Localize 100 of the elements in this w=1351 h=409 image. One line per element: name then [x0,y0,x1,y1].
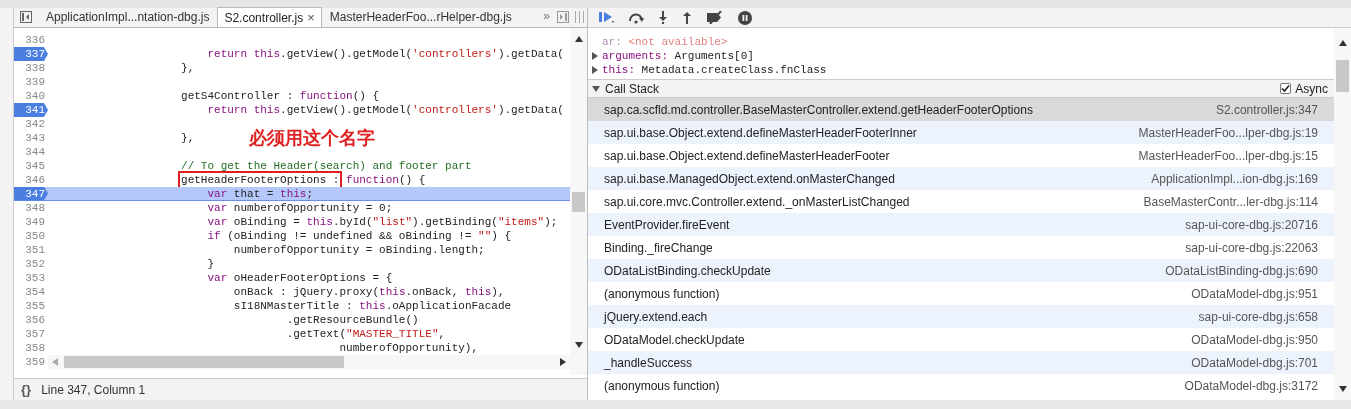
breakpoint-marker[interactable]: 337 [14,47,48,61]
function-name: Binding._fireChange [604,239,713,257]
collapse-arrow-icon[interactable] [592,85,600,92]
source-link[interactable]: ODataModel-dbg.js:3172 [1184,376,1318,395]
call-stack-frame[interactable]: ODataListBinding.checkUpdate ODataListBinding-dbg.js:690 [588,259,1334,282]
code-line: numberofOpportunity = oBinding.length; [233,243,485,257]
tab-label: ApplicationImpl...ntation-dbg.js [46,9,210,26]
call-stack-frame[interactable]: _handleSuccess ODataModel-dbg.js:701 [588,351,1334,374]
code-line: var oBinding = this.byId("list").getBinding("items"); [207,215,558,229]
line-number: 343 [25,131,45,145]
panel-toggle-icon[interactable] [557,11,569,23]
call-stack-frame[interactable]: sap.ca.scfld.md.controller.BaseMasterController.extend.getHeaderFooterOptions S2.controller.js:347 [588,98,1334,121]
step-out-icon[interactable] [682,11,692,24]
scroll-down-icon[interactable] [574,342,583,348]
call-stack-frame[interactable]: sap.ui.base.ManagedObject.extend.onMasterChanged ApplicationImpl...ion-dbg.js:169 [588,167,1334,190]
function-name: (anonymous function) [604,377,720,395]
source-link[interactable]: sap-ui-core-dbg.js:658 [1198,307,1318,326]
close-tab-button[interactable]: × [307,7,315,28]
source-link[interactable]: BaseMasterContr...ler-dbg.js:114 [1143,192,1318,211]
line-number: 340 [25,89,45,103]
checkbox-label: Async [1295,80,1328,98]
line-number: 358 [25,341,45,355]
line-number: 348 [25,201,45,215]
source-link[interactable]: MasterHeaderFoo...lper-dbg.js:19 [1138,123,1318,142]
source-link[interactable]: MasterHeaderFoo...lper-dbg.js:15 [1138,146,1318,165]
function-name: jQuery.extend.each [604,308,708,326]
source-link[interactable]: ODataModel-dbg.js:950 [1191,330,1318,349]
line-number: 349 [25,215,45,229]
scroll-up-icon[interactable] [574,36,583,42]
function-name: _handleSuccess [604,354,693,372]
code-line: } [207,257,215,271]
pause-icon[interactable] [738,10,752,25]
line-number: 345 [25,159,45,173]
code-line: }, [181,131,195,145]
function-name: ODataListBinding.checkUpdate [604,262,771,280]
code-line: var that = this; [207,187,314,200]
drag-handle-icon[interactable] [575,11,584,23]
breakpoint-marker[interactable]: 341 [14,103,48,117]
scroll-up-icon[interactable] [1338,40,1347,46]
function-name: ODataModel.checkUpdate [604,331,745,349]
source-link[interactable]: sap-ui-core-dbg.js:20716 [1185,215,1318,234]
scrollbar-thumb[interactable] [572,192,585,212]
call-stack-header[interactable]: Call Stack Async [588,79,1334,98]
call-stack-frame[interactable]: jQuery.extend.each sap-ui-core-dbg.js:658 [588,305,1334,328]
code-line: var oHeaderFooterOptions = { [207,271,393,285]
pretty-print-button[interactable]: {} [21,379,32,400]
code-line: }, [181,61,195,75]
code-line: .getText("MASTER_TITLE", [286,327,446,341]
source-link[interactable]: ODataModel-dbg.js:951 [1191,284,1318,303]
source-link[interactable]: ODataModel-dbg.js:701 [1191,353,1318,372]
line-number: 357 [25,327,45,341]
vertical-scrollbar[interactable] [570,28,587,375]
source-link[interactable]: ApplicationImpl...ion-dbg.js:169 [1151,169,1318,188]
horizontal-scrollbar[interactable] [48,355,570,369]
step-into-icon[interactable] [658,11,668,24]
scrollbar-thumb[interactable] [64,356,344,368]
breakpoint-marker[interactable]: 347 [14,186,48,201]
function-name: sap.ui.core.mvc.Controller.extend._onMasterListChanged [604,193,910,211]
panel-toggle-icon[interactable] [20,11,32,23]
code-line: sI18NMasterTitle : this.oApplicationFacade [233,299,512,313]
deactivate-breakpoints-icon[interactable] [706,11,724,24]
tab-label: S2.controller.js [224,9,304,27]
code-line: getS4Controller : function() { [181,89,380,103]
expand-arrow-icon[interactable] [592,52,598,60]
line-number: 339 [25,75,45,89]
scope-variable: this: Metadata.createClass.fnClass [602,62,827,78]
scope-variable: ar: <not available> [602,34,728,50]
source-link[interactable]: S2.controller.js:347 [1215,100,1318,119]
call-stack-frame[interactable]: EventProvider.fireEvent sap-ui-core-dbg.js:20716 [588,213,1334,236]
code-line: function() { [345,173,426,187]
scrollbar-thumb[interactable] [1336,60,1349,92]
code-line: onBack : jQuery.proxy(this.onBack, this), [233,285,505,299]
line-number: 336 [25,33,45,47]
step-over-icon[interactable] [628,11,644,24]
source-link[interactable]: ODataListBinding-dbg.js:690 [1165,261,1318,280]
editor-tab[interactable]: S2.controller.js × [217,7,322,27]
line-number: 355 [25,299,45,313]
editor-tab[interactable]: ApplicationImpl...ntation-dbg.js [38,7,218,27]
code-line: return this.getView().getModel('controllers').getData( [207,47,564,61]
line-number: 346 [25,173,45,187]
editor-tab[interactable]: MasterHeaderFoo...rHelper-dbg.js [321,7,520,27]
source-link[interactable]: sap-ui-core-dbg.js:22063 [1185,238,1318,257]
scroll-down-icon[interactable] [1338,386,1347,392]
call-stack-frame[interactable]: sap.ui.base.Object.extend.defineMasterHeaderFooterInner MasterHeaderFoo...lper-dbg.js:19 [588,121,1334,144]
scroll-right-icon[interactable] [560,358,566,366]
line-number: 359 [25,355,45,369]
line-number: 344 [25,145,45,159]
more-tabs-button[interactable]: » [539,7,554,25]
code-line: .getResourceBundle() [286,313,419,327]
vertical-scrollbar[interactable] [1334,28,1351,400]
async-checkbox[interactable] [1280,83,1292,94]
line-number: 342 [25,117,45,131]
function-name: (anonymous function) [604,285,720,303]
function-name: sap.ui.base.ManagedObject.extend.onMasterChanged [604,170,895,188]
function-name: sap.ui.base.Object.extend.defineMasterHeaderFooterInner [604,124,917,142]
resume-icon[interactable] [598,11,614,24]
section-title: Call Stack [605,80,661,98]
expand-arrow-icon[interactable] [592,66,598,74]
line-number: 338 [25,61,45,75]
code-line: var numberofOpportunity = 0; [207,201,393,215]
